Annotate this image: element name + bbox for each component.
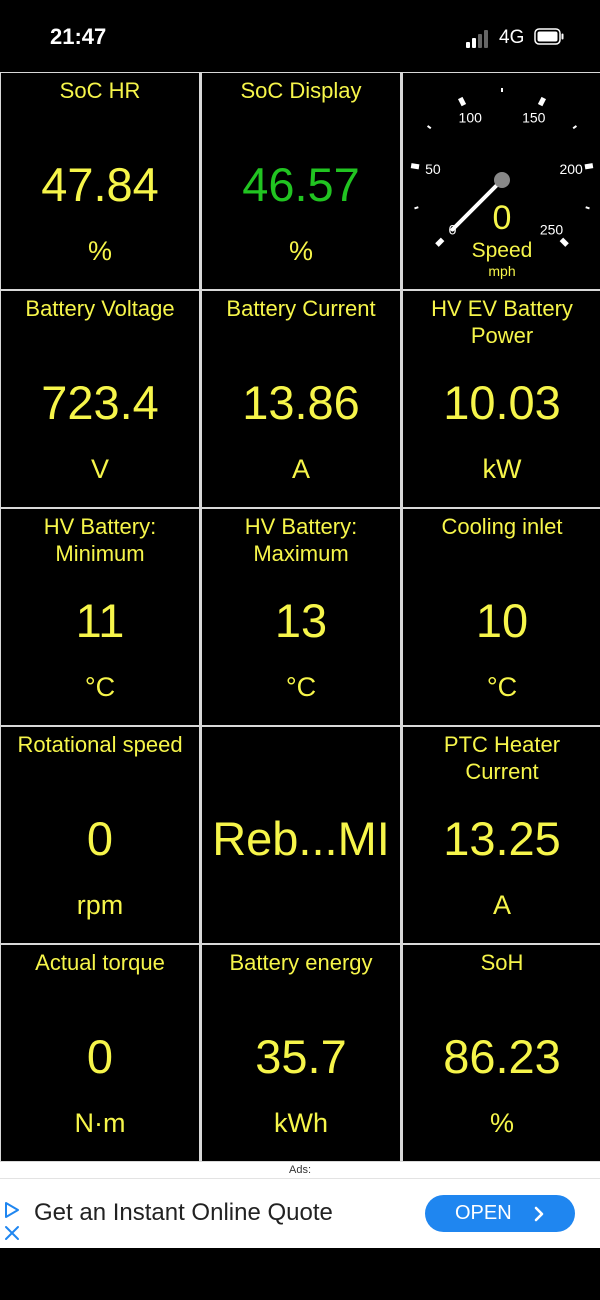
tile-battery-voltage[interactable]: Battery Voltage 723.4 V	[1, 291, 199, 507]
dashboard-grid: SoC HR 47.84 % SoC Display 46.57 % 0 50 10…	[0, 72, 600, 1162]
tile-label: HV Battery: Maximum	[244, 514, 358, 566]
tile-value: 0	[86, 812, 114, 865]
ad-heading: Ads:	[0, 1162, 600, 1178]
tile-unit: %	[489, 1108, 514, 1138]
gauge-tick	[414, 206, 419, 210]
battery-icon	[534, 28, 564, 45]
gauge-tick	[435, 237, 445, 247]
tile-unit: °C	[486, 672, 518, 702]
tile-value: 723.4	[41, 376, 159, 429]
ad-banner[interactable]: Get an Instant Online Quote OPEN	[0, 1178, 600, 1248]
gauge-tick	[585, 206, 590, 210]
tile-value: 13.86	[242, 376, 360, 429]
gauge-tick	[458, 96, 467, 107]
tile-unit: A	[291, 454, 310, 484]
gauge-tick-label: 250	[540, 221, 564, 237]
tile-hv-battery-maximum[interactable]: HV Battery: Maximum 13 °C	[202, 509, 400, 725]
tile-unit: %	[288, 236, 313, 266]
ad-choices-play-icon[interactable]	[3, 1201, 21, 1219]
gauge-tick	[410, 163, 420, 170]
gauge-tick-label: 200	[559, 161, 583, 177]
tile-speed-gauge[interactable]: 050100150200250 0 Speed mph	[403, 73, 600, 289]
tile-hv-battery-minimum[interactable]: HV Battery: Minimum 11 °C	[1, 509, 199, 725]
gauge-unit: mph	[488, 263, 516, 279]
tile-unit: N·m	[74, 1108, 126, 1138]
tile-actual-torque[interactable]: Actual torque 0 N·m	[1, 945, 199, 1161]
gauge-tick	[426, 125, 432, 130]
gauge-tick-label: 100	[459, 110, 483, 126]
gauge-value: 0	[492, 199, 512, 237]
tile-label: SoC HR	[59, 78, 141, 103]
ad-close-icon[interactable]	[4, 1225, 20, 1241]
tile-battery-current[interactable]: Battery Current 13.86 A	[202, 291, 400, 507]
tile-label: SoH	[480, 950, 524, 975]
tile-soc-display[interactable]: SoC Display 46.57 %	[202, 73, 400, 289]
tile-label: Rotational speed	[17, 732, 183, 757]
chevron-right-icon	[534, 1206, 544, 1222]
ad-text[interactable]: Get an Instant Online Quote	[34, 1197, 333, 1229]
tile-unit: °C	[285, 672, 317, 702]
network-type: 4G	[499, 27, 525, 48]
tile-value: 47.84	[41, 158, 159, 211]
tile-cooling-inlet[interactable]: Cooling inlet 10 °C	[403, 509, 600, 725]
ad-open-button[interactable]: OPEN	[425, 1195, 575, 1232]
tile-value: 13	[274, 594, 328, 647]
tile-label: Battery energy	[229, 950, 373, 975]
gauge-tick	[572, 125, 578, 130]
tile-unit: V	[90, 454, 109, 484]
tile-value: 35.7	[255, 1030, 347, 1083]
tile-unit: rpm	[76, 890, 124, 920]
tile-label: Cooling inlet	[441, 514, 563, 539]
tile-ptc-heater-current[interactable]: PTC Heater Current 13.25 A	[403, 727, 600, 943]
gauge-tick	[559, 237, 569, 247]
tile-value: 10	[475, 594, 529, 647]
tile-label: Battery Voltage	[25, 296, 175, 321]
gauge-label: Speed	[471, 239, 533, 262]
ad-open-label: OPEN	[455, 1202, 512, 1224]
tile-label: Actual torque	[35, 950, 165, 975]
tile-value: 10.03	[443, 376, 561, 429]
tile-soh[interactable]: SoH 86.23 %	[403, 945, 600, 1161]
tile-unit: °C	[84, 672, 116, 702]
gauge-tick	[537, 96, 546, 107]
tile-value: 86.23	[443, 1030, 561, 1083]
tile-label: HV Battery: Minimum	[43, 514, 157, 566]
tile-label: HV EV Battery Power	[431, 296, 573, 348]
tile-value: Reb...MI	[212, 812, 390, 865]
tile-reb-mi[interactable]: Reb...MI	[202, 727, 400, 943]
tile-unit: kW	[482, 454, 522, 484]
tile-soc-hr[interactable]: SoC HR 47.84 %	[1, 73, 199, 289]
tile-value: 46.57	[242, 158, 360, 211]
gauge-tick-label: 50	[425, 161, 441, 177]
status-time: 21:47	[50, 24, 107, 49]
tile-value: 11	[75, 594, 125, 647]
tile-label: PTC Heater Current	[443, 732, 561, 784]
tile-value: 0	[86, 1030, 114, 1083]
tile-hv-ev-battery-power[interactable]: HV EV Battery Power 10.03 kW	[403, 291, 600, 507]
tile-battery-energy[interactable]: Battery energy 35.7 kWh	[202, 945, 400, 1161]
tile-rotational-speed[interactable]: Rotational speed 0 rpm	[1, 727, 199, 943]
tile-unit: kWh	[274, 1108, 328, 1138]
status-bar: 21:47 4G	[0, 0, 600, 72]
signal-strength-icon	[466, 30, 492, 48]
tile-label: Battery Current	[226, 296, 376, 321]
gauge-hub	[494, 172, 510, 188]
tile-label: SoC Display	[240, 78, 362, 103]
tile-unit: %	[87, 236, 112, 266]
home-indicator-area	[0, 1248, 600, 1300]
tile-unit: A	[492, 890, 511, 920]
tile-value: 13.25	[443, 812, 561, 865]
gauge-tick	[584, 163, 594, 170]
gauge-tick-label: 150	[522, 110, 546, 126]
